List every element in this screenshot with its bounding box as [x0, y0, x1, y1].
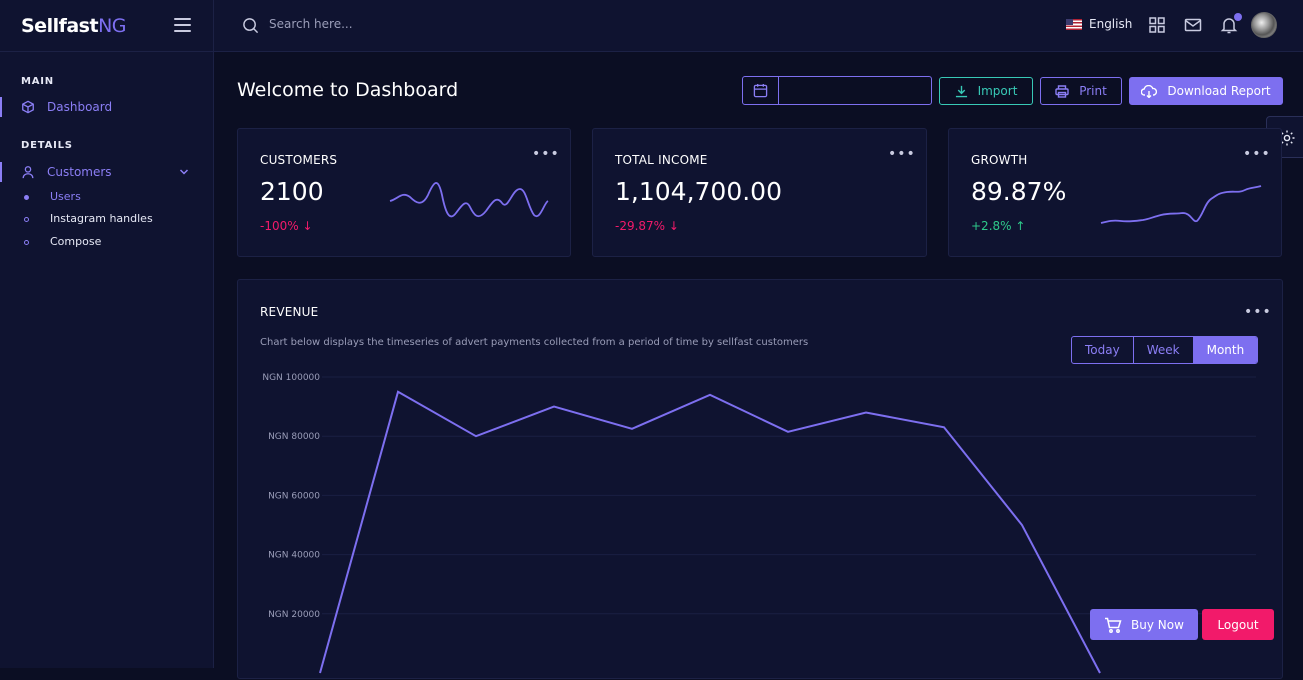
buy-now-button[interactable]: Buy Now	[1090, 609, 1198, 640]
range-week[interactable]: Week	[1134, 337, 1194, 363]
customers-sparkline	[389, 182, 549, 218]
card-label: CUSTOMERS	[260, 153, 338, 167]
card-change: -29.87% ↓	[615, 219, 679, 233]
y-tick-label: NGN 60000	[268, 491, 320, 501]
bullet-icon	[24, 217, 29, 222]
sidebar-item-label: Dashboard	[47, 100, 113, 114]
more-options-icon[interactable]: •••	[888, 147, 915, 161]
cart-icon	[1105, 617, 1122, 633]
section-label-details: DETAILS	[21, 140, 73, 151]
growth-card: GROWTH 89.87% +2.8% ↑ •••	[948, 128, 1282, 257]
bullet-icon	[24, 240, 29, 245]
range-month[interactable]: Month	[1193, 337, 1258, 363]
download-icon	[955, 85, 967, 97]
card-label: GROWTH	[971, 153, 1028, 167]
language-selector[interactable]: English	[1066, 17, 1132, 31]
revenue-series-line	[319, 390, 1101, 674]
card-value: 1,104,700.00	[615, 177, 782, 206]
range-today[interactable]: Today	[1072, 337, 1134, 363]
growth-sparkline	[1100, 185, 1262, 224]
card-change: -100% ↓	[260, 219, 313, 233]
sidebar-item-label: Customers	[47, 165, 112, 179]
search-icon	[243, 18, 259, 34]
sidebar-item-dashboard[interactable]: Dashboard	[0, 94, 213, 120]
search-input[interactable]	[269, 14, 569, 34]
y-tick-label: NGN 40000	[268, 551, 320, 561]
topbar: English	[214, 0, 1303, 52]
card-label: TOTAL INCOME	[615, 153, 708, 167]
page-title: Welcome to Dashboard	[237, 79, 459, 101]
customers-card: CUSTOMERS 2100 -100% ↓ •••	[237, 128, 571, 257]
date-range-input[interactable]	[742, 76, 932, 105]
sidebar: SellfastNG MAIN Dashboard DETAILS Custom…	[0, 0, 214, 668]
calendar-icon	[753, 83, 768, 98]
cube-icon	[22, 100, 34, 114]
brand: SellfastNG	[0, 0, 213, 52]
download-report-button[interactable]: Download Report	[1129, 77, 1283, 105]
avatar[interactable]	[1251, 12, 1277, 38]
printer-icon	[1055, 84, 1069, 98]
more-options-icon[interactable]: •••	[1244, 305, 1271, 319]
card-change: +2.8% ↑	[971, 219, 1026, 233]
section-label-main: MAIN	[21, 76, 54, 87]
logout-button[interactable]: Logout	[1202, 609, 1274, 640]
notification-badge	[1234, 13, 1242, 21]
card-value: 2100	[260, 177, 324, 206]
mail-icon[interactable]	[1184, 16, 1202, 34]
print-button[interactable]: Print	[1040, 77, 1122, 105]
revenue-title: REVENUE	[260, 305, 319, 319]
card-value: 89.87%	[971, 177, 1067, 206]
chevron-down-icon[interactable]	[179, 167, 189, 177]
y-tick-label: NGN 80000	[268, 432, 320, 442]
y-tick-label: NGN 100000	[262, 373, 320, 383]
total-income-card: TOTAL INCOME 1,104,700.00 -29.87% ↓ •••	[592, 128, 927, 257]
y-tick-label: NGN 20000	[268, 610, 320, 620]
cloud-download-icon	[1141, 84, 1158, 98]
menu-toggle-icon[interactable]	[174, 18, 191, 32]
more-options-icon[interactable]: •••	[532, 147, 559, 161]
more-options-icon[interactable]: •••	[1243, 147, 1270, 161]
range-toggle: Today Week Month	[1071, 336, 1259, 364]
brand-logo[interactable]: SellfastNG	[21, 15, 127, 37]
sidebar-item-customers[interactable]: Customers	[0, 159, 213, 185]
import-button[interactable]: Import	[939, 77, 1033, 105]
revenue-description: Chart below displays the timeseries of a…	[260, 337, 809, 348]
us-flag-icon	[1066, 18, 1082, 30]
apps-grid-icon[interactable]	[1148, 16, 1166, 34]
user-icon	[22, 166, 34, 179]
bullet-icon	[24, 195, 29, 200]
